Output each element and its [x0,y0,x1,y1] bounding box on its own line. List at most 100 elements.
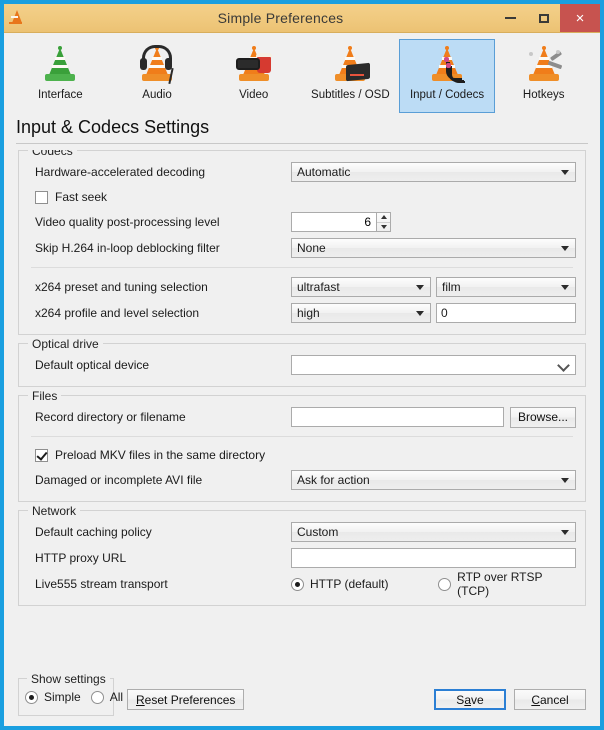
group-network: Network Default caching policy Custom HT… [18,504,586,606]
row-fast-seek[interactable]: Fast seek [29,185,575,209]
chevron-down-icon [416,285,424,290]
preload-mkv-checkbox[interactable] [35,448,48,462]
row-live555-transport: Live555 stream transport HTTP (default) … [29,570,575,598]
postprocessing-level-label: Video quality post-processing level [35,215,220,229]
tab-label: Subtitles / OSD [311,89,390,101]
tab-subtitles-osd[interactable]: Subtitles / OSD [302,39,399,113]
tab-hotkeys[interactable]: Hotkeys [495,39,592,113]
fast-seek-label: Fast seek [55,190,108,204]
hardware-decoding-combobox[interactable]: Automatic [291,162,576,182]
show-settings-simple-label: Simple [44,690,81,704]
live555-rtp-label: RTP over RTSP (TCP) [457,570,543,598]
cancel-button[interactable]: Cancel [514,689,586,710]
row-skip-loop-filter: Skip H.264 in-loop deblocking filter Non… [29,235,576,261]
tab-audio[interactable]: Audio [109,39,206,113]
postprocessing-level-value[interactable]: 6 [291,212,376,232]
group-codecs: Codecs Hardware-accelerated decoding Aut… [18,150,586,335]
x264-profile-combobox[interactable]: high [291,303,431,323]
tab-interface[interactable]: Interface [12,39,109,113]
show-settings-title: Show settings [27,672,110,686]
window-title: Simple Preferences [217,10,344,26]
chevron-down-icon [561,285,569,290]
row-postprocessing-level: Video quality post-processing level 6 [29,209,575,235]
tab-input-codecs[interactable]: Input / Codecs [398,39,496,113]
minimize-button[interactable] [494,4,527,32]
vlc-cone-cables-icon [423,44,471,88]
group-title: Files [28,389,62,403]
record-directory-input[interactable] [291,407,504,427]
x264-tuning-combobox[interactable]: film [436,277,576,297]
maximize-button[interactable] [527,4,560,32]
x264-profile-label: x264 profile and level selection [35,306,200,320]
save-rest: ve [471,692,484,707]
spinner-up-button[interactable] [377,213,390,223]
fast-seek-checkbox[interactable] [35,190,48,204]
reset-preferences-button[interactable]: Reset Preferences [127,689,245,710]
client-area: Interface Audio Video Subtitles / OSD In… [4,33,600,726]
row-caching-policy: Default caching policy Custom [29,519,576,545]
row-x264-preset: x264 preset and tuning selection ultrafa… [29,274,576,300]
tab-video[interactable]: Video [205,39,302,113]
tab-label: Audio [142,89,172,101]
live555-rtp-radio[interactable] [438,577,452,591]
caching-policy-combobox[interactable]: Custom [291,522,576,542]
row-x264-profile: x264 profile and level selection high 0 [29,300,576,326]
group-title: Optical drive [28,337,103,351]
vlc-cone-glasses-popcorn-icon [230,44,278,88]
save-button[interactable]: Sa ve [434,689,506,710]
x264-preset-label: x264 preset and tuning selection [35,280,208,294]
chevron-down-icon [561,246,569,251]
window-controls: × [494,4,600,32]
live555-rtp-option[interactable]: RTP over RTSP (TCP) [438,570,575,598]
show-settings-simple-option[interactable]: Simple [25,690,81,704]
preferences-tabstrip: Interface Audio Video Subtitles / OSD In… [4,33,600,113]
default-optical-device-label: Default optical device [35,358,150,372]
live555-http-option[interactable]: HTTP (default) [291,577,438,591]
browse-button[interactable]: Browse... [510,406,576,428]
spinner-down-button[interactable] [377,223,390,232]
show-settings-group: Show settings Simple All [18,672,123,716]
caching-policy-label: Default caching policy [35,525,152,539]
show-settings-all-radio[interactable] [90,690,104,704]
http-proxy-input[interactable] [291,548,576,568]
damaged-avi-combobox[interactable]: Ask for action [291,470,576,490]
settings-content: Codecs Hardware-accelerated decoding Aut… [4,150,600,670]
tab-label: Hotkeys [522,89,565,101]
cancel-rest: ancel [539,692,569,707]
x264-preset-value: ultrafast [297,280,340,294]
footer-actions: Sa ve Cancel [434,689,586,710]
record-directory-label: Record directory or filename [35,410,186,424]
x264-preset-combobox[interactable]: ultrafast [291,277,431,297]
spinner-buttons[interactable] [376,212,391,232]
show-settings-all-label: All [109,690,124,704]
dialog-footer: Show settings Simple All Reset Preferenc… [4,670,600,726]
row-hardware-decoding: Hardware-accelerated decoding Automatic [29,159,576,185]
reset-accel: R [136,692,145,707]
vlc-cone-screen-icon [326,44,374,88]
row-preload-mkv[interactable]: Preload MKV files in the same directory [29,443,575,467]
damaged-avi-value: Ask for action [297,473,370,487]
chevron-down-icon [561,170,569,175]
x264-level-input[interactable]: 0 [436,303,576,323]
chevron-down-icon [561,530,569,535]
default-optical-device-combobox[interactable] [291,355,576,375]
show-settings-simple-radio[interactable] [25,690,38,704]
close-button[interactable]: × [560,4,600,32]
codecs-divider [31,267,573,268]
x264-tuning-value: film [442,280,461,294]
chevron-down-icon [557,359,570,372]
preload-mkv-label: Preload MKV files in the same directory [55,448,266,462]
skip-loop-filter-value: None [297,241,326,255]
row-record-directory: Record directory or filename Browse... [29,404,576,430]
live555-transport-label: Live555 stream transport [35,577,168,591]
show-settings-all-option[interactable]: All [90,690,124,704]
group-title: Codecs [28,150,77,158]
row-default-optical-device: Default optical device [29,352,576,378]
skip-loop-filter-combobox[interactable]: None [291,238,576,258]
postprocessing-level-spinbox[interactable]: 6 [291,212,391,232]
vlc-cone-icon [7,7,27,29]
live555-http-radio[interactable] [291,577,304,591]
group-optical-drive: Optical drive Default optical device [18,337,586,387]
tab-label: Video [239,89,269,101]
files-divider [31,436,573,437]
